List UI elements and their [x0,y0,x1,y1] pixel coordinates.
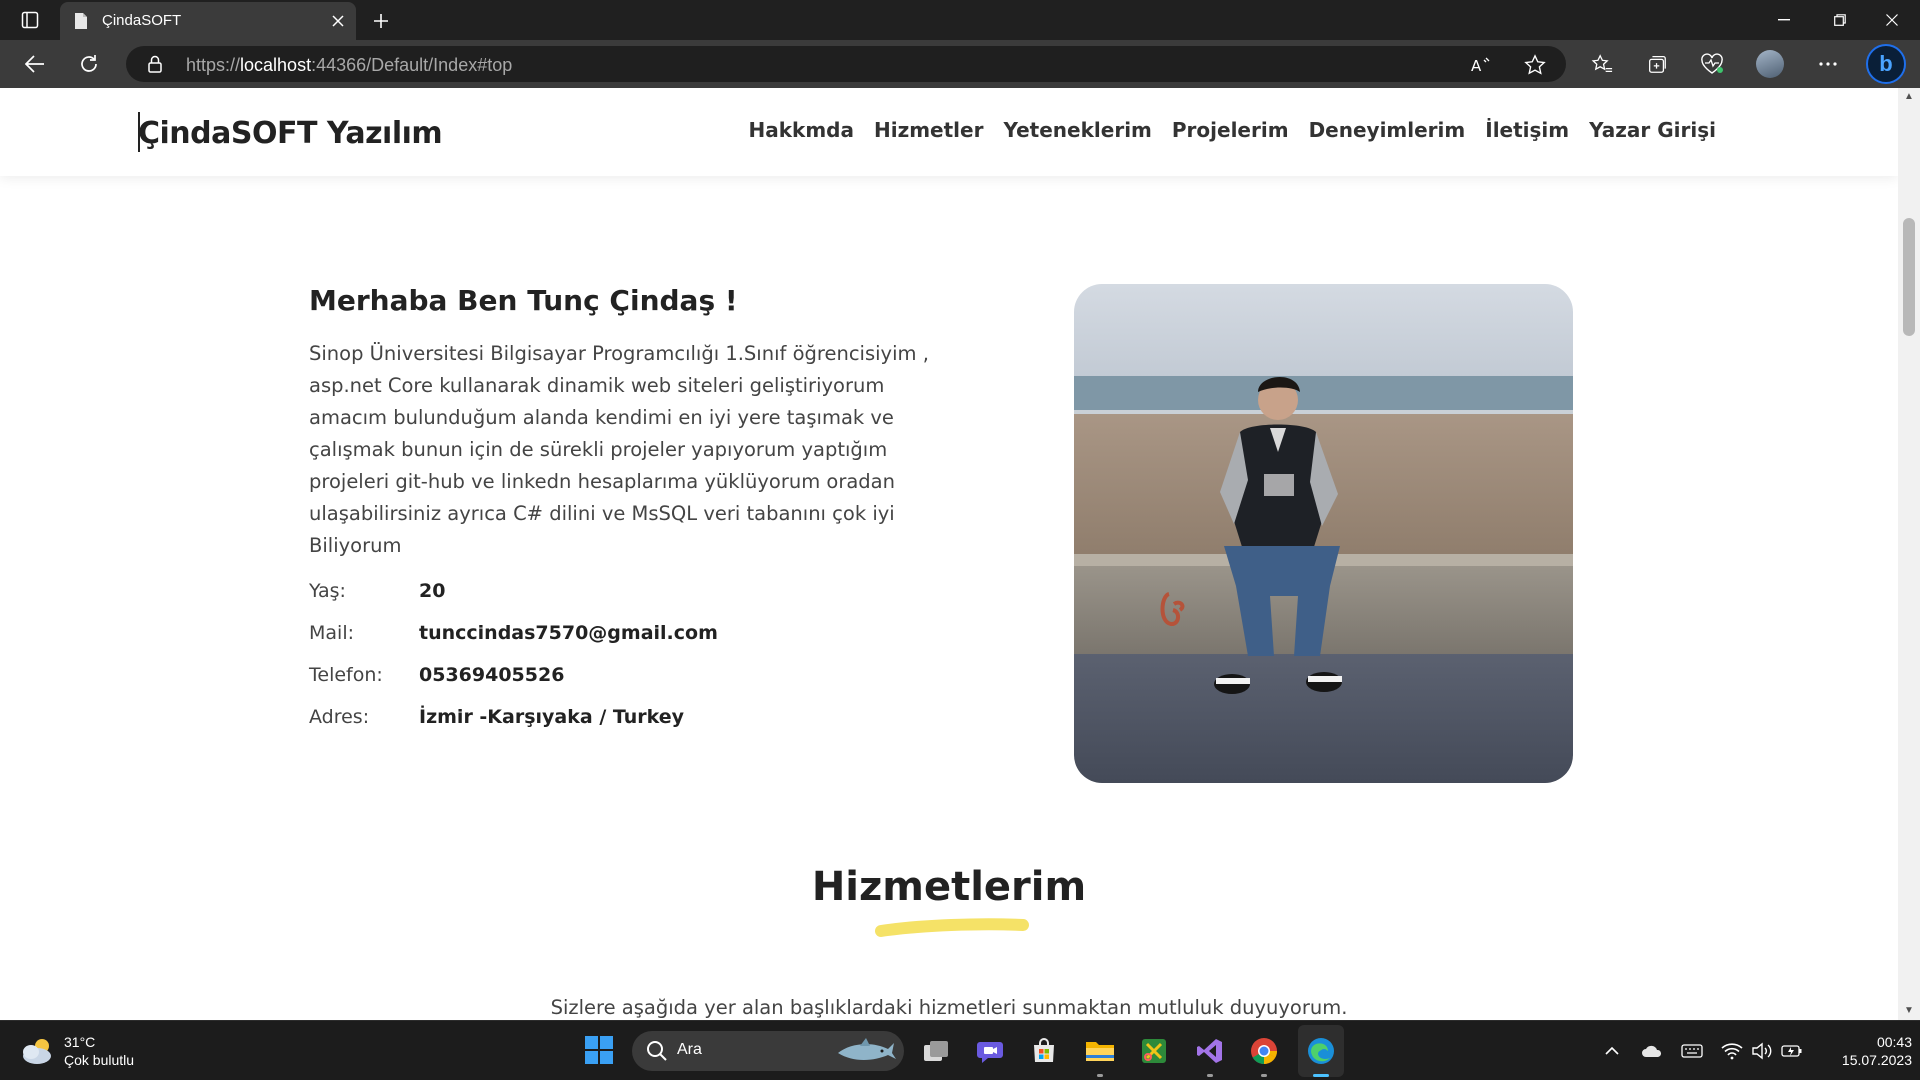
about-title: Merhaba Ben Tunç Çindaş ! [309,284,738,317]
url-text[interactable]: https://localhost:44366/Default/Index#to… [186,55,512,76]
search-icon [647,1041,667,1061]
lock-icon[interactable] [148,55,162,78]
title-underline-decoration [875,918,1029,937]
profile-photo [1074,284,1573,783]
info-value: tunccindas7570@gmail.com [419,622,718,644]
onedrive-cloud-icon[interactable] [1641,1040,1663,1062]
url-host: localhost [240,55,312,75]
edge-icon[interactable] [1303,1033,1339,1069]
info-row-phone: Telefon: 05369405526 [309,654,718,696]
page-icon [72,12,90,30]
refresh-icon[interactable] [72,48,106,80]
services-subtitle: Sizlere aşağıda yer alan başlıklardaki h… [550,996,1348,1019]
battery-charging-icon[interactable] [1781,1040,1803,1062]
close-tab-icon[interactable] [328,11,348,31]
info-label: Yaş: [309,580,346,602]
page-scrollbar[interactable]: ▲ ▼ [1898,88,1920,1020]
site-brand-link[interactable]: ÇindaSOFT Yazılım [138,116,443,151]
site-header: ÇindaSOFT Yazılım Hakkmda Hizmetler Yete… [0,88,1898,176]
url-path: :44366/Default/Index#top [311,55,513,75]
nav-link-hizmetler[interactable]: Hizmetler [874,118,983,142]
running-indicator [1207,1074,1213,1077]
info-row-age: Yaş: 20 [309,570,718,612]
nav-link-yeteneklerim[interactable]: Yeteneklerim [1003,118,1151,142]
active-app-indicator [1313,1074,1329,1077]
info-row-mail: Mail: tunccindas7570@gmail.com [309,612,718,654]
back-arrow-icon[interactable] [18,48,52,80]
info-label: Mail: [309,622,354,644]
wifi-icon[interactable] [1721,1040,1743,1062]
favorites-icon[interactable] [1586,48,1618,80]
nav-link-projelerim[interactable]: Projelerim [1172,118,1289,142]
info-value: 05369405526 [419,664,565,686]
close-window-icon[interactable] [1864,0,1920,40]
info-value: 20 [419,580,446,602]
nav-link-iletisim[interactable]: İletişim [1485,118,1569,142]
running-indicator [1261,1074,1267,1077]
clock-time: 00:43 [1876,1034,1912,1050]
tab-actions-icon[interactable] [14,8,46,32]
windows-taskbar: 31°C Çok bulutlu Ara 00:43 15.07.2023 [0,1020,1920,1080]
read-aloud-icon[interactable]: A [1468,52,1494,78]
nav-link-hakkimda[interactable]: Hakkmda [748,118,854,142]
minimize-icon[interactable] [1756,0,1812,40]
restore-icon[interactable] [1812,0,1868,40]
url-scheme: https:// [186,55,241,75]
about-description: Sinop Üniversitesi Bilgisayar Programcıl… [309,342,929,557]
new-tab-icon[interactable] [368,8,394,34]
chrome-icon[interactable] [1246,1033,1282,1069]
tab-title: ÇindaSOFT [102,12,182,29]
snipping-tool-icon[interactable] [1136,1033,1172,1069]
info-row-address: Adres: İzmir -Karşıyaka / Turkey [309,696,718,738]
volume-icon[interactable] [1751,1040,1773,1062]
scroll-down-arrow-icon[interactable]: ▼ [1904,1006,1914,1016]
nav-link-yazar-girisi[interactable]: Yazar Girişi [1589,118,1716,142]
windows-start-icon[interactable] [584,1035,614,1065]
microsoft-store-icon[interactable] [1026,1033,1062,1069]
browser-tab-active[interactable]: ÇindaSOFT [60,2,356,40]
site-nav: Hakkmda Hizmetler Yeteneklerim Projeleri… [748,118,1716,142]
profile-avatar[interactable] [1756,50,1784,78]
scroll-up-arrow-icon[interactable]: ▲ [1904,92,1914,102]
running-indicator [1097,1074,1103,1077]
favorite-star-icon[interactable] [1522,52,1548,78]
visual-studio-icon[interactable] [1192,1033,1228,1069]
weather-description: Çok bulutlu [64,1052,135,1068]
info-value: İzmir -Karşıyaka / Turkey [419,706,685,728]
file-explorer-icon[interactable] [1082,1033,1118,1069]
task-view-icon[interactable] [918,1033,954,1069]
system-clock[interactable]: 00:43 15.07.2023 [1812,1033,1912,1069]
svg-text:A: A [1471,57,1482,74]
personal-info-list: Yaş: 20 Mail: tunccindas7570@gmail.com T… [309,570,718,738]
collections-icon[interactable] [1641,48,1673,80]
bing-chat-icon[interactable]: b [1866,44,1906,84]
info-label: Adres: [309,706,370,728]
page-viewport: ÇindaSOFT Yazılım Hakkmda Hizmetler Yete… [0,88,1898,1020]
nav-link-deneyimlerim[interactable]: Deneyimlerim [1309,118,1466,142]
browser-essentials-icon[interactable] [1696,48,1728,80]
search-highlight-shark-icon [838,1038,896,1060]
more-options-icon[interactable] [1812,48,1844,80]
search-placeholder: Ara [677,1041,702,1058]
taskbar-search[interactable]: Ara [632,1031,904,1071]
scroll-thumb[interactable] [1903,218,1915,336]
weather-temperature: 31°C [64,1034,96,1050]
weather-widget[interactable]: 31°C Çok bulutlu [20,1029,134,1073]
cloudy-weather-icon [23,1039,51,1064]
services-section-title: Hizmetlerim [811,864,1087,910]
address-bar[interactable]: https://localhost:44366/Default/Index#to… [126,46,1566,82]
info-label: Telefon: [309,664,383,686]
teams-chat-icon[interactable] [972,1033,1008,1069]
browser-toolbar: https://localhost:44366/Default/Index#to… [0,40,1920,88]
chevron-up-icon[interactable] [1601,1040,1623,1062]
clock-date: 15.07.2023 [1841,1052,1912,1068]
browser-tab-strip: ÇindaSOFT [0,0,1920,40]
keyboard-icon[interactable] [1681,1040,1703,1062]
